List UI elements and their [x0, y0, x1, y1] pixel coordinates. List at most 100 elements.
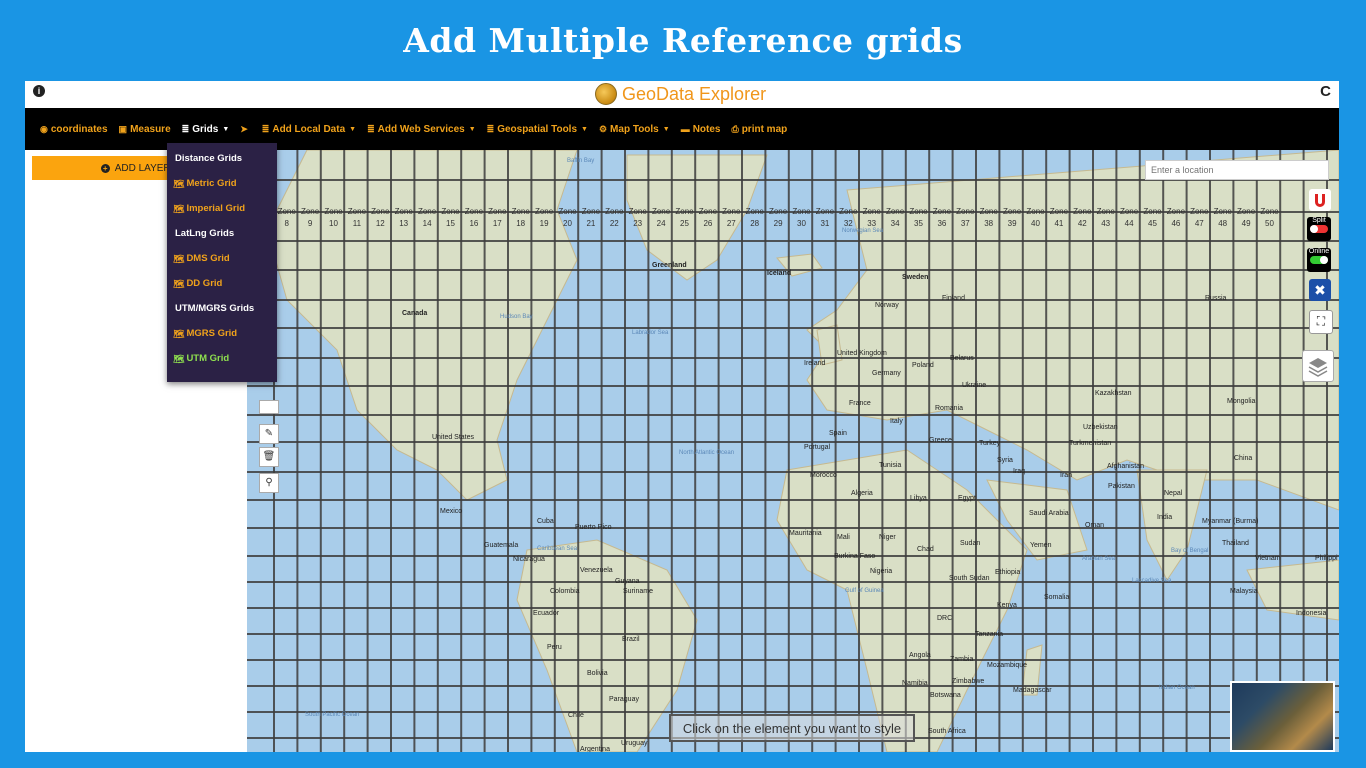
sea-label: Labrador Sea — [632, 330, 669, 336]
zone-number: 16 — [469, 219, 478, 228]
zone-label: Zone — [886, 207, 905, 216]
online-switch — [1310, 256, 1328, 264]
sea-label: Indian Ocean — [1159, 685, 1195, 691]
zone-number: 34 — [891, 219, 900, 228]
menu-item-utm-grid[interactable]: 🗺 UTM Grid — [167, 350, 277, 375]
note-icon: ▬ — [680, 124, 690, 134]
zone-label: Zone — [1237, 207, 1256, 216]
menu-item-dd-grid[interactable]: 🗺 DD Grid — [167, 275, 277, 300]
zone-label: Zone — [1214, 207, 1233, 216]
trash-icon[interactable]: 🗑 — [259, 447, 279, 467]
minimap[interactable] — [1230, 681, 1335, 752]
country-label: Nepal — [1164, 490, 1183, 497]
country-label: Nicaragua — [513, 556, 545, 563]
menu-item-metric-grid[interactable]: 🗺 Metric Grid — [167, 175, 277, 200]
country-label: Pakistan — [1108, 483, 1135, 490]
tools-icon[interactable]: ✖ — [1309, 279, 1331, 301]
zone-label: Zone — [816, 207, 835, 216]
nav-label: Grids — [192, 123, 219, 135]
nav-item-geospatial-tools[interactable]: ≣ Geospatial Tools ▼ — [487, 124, 588, 135]
zone-label: Zone — [558, 207, 577, 216]
zone-label: Zone — [1026, 207, 1045, 216]
zone-number: 44 — [1125, 219, 1134, 228]
nav-item-coordinates[interactable]: ◉ coordinates — [40, 124, 108, 135]
menu-item-dms-grid[interactable]: 🗺 DMS Grid — [167, 250, 277, 275]
nav-item-print-map[interactable]: ⎙ print map — [731, 124, 787, 135]
app-logo[interactable]: GeoData Explorer — [595, 83, 766, 105]
measure-icon[interactable]: ⚲ — [259, 473, 279, 493]
draw-marker-icon[interactable] — [259, 400, 279, 414]
country-label: Turkey — [979, 440, 1001, 447]
nav-label: Add Local Data — [272, 123, 346, 135]
banner-title: Add Multiple Reference grids — [403, 20, 963, 60]
zone-number: 49 — [1242, 219, 1251, 228]
style-hint: Click on the element you want to style — [669, 714, 915, 742]
country-label: United States — [432, 434, 475, 441]
fullscreen-icon[interactable]: ⛶ — [1309, 310, 1333, 334]
location-search-input[interactable] — [1145, 160, 1329, 180]
nav-item-locate[interactable]: ➤ — [240, 124, 251, 135]
zone-number: 24 — [657, 219, 666, 228]
zone-number: 25 — [680, 219, 689, 228]
refresh-icon[interactable]: C — [1320, 83, 1331, 100]
country-label: Portugal — [804, 444, 831, 451]
sea-label: Caribbean Sea — [537, 546, 578, 552]
zone-number: 37 — [961, 219, 970, 228]
zone-number: 36 — [937, 219, 946, 228]
caret-down-icon: ▼ — [468, 125, 476, 133]
zone-number: 20 — [563, 219, 572, 228]
country-label: Uzbekistan — [1083, 424, 1118, 431]
country-label: Mauritania — [789, 530, 822, 537]
country-label: United Kingdom — [837, 350, 887, 357]
zone-label: Zone — [418, 207, 437, 216]
zone-label: Zone — [301, 207, 320, 216]
nav-item-grids[interactable]: ≣ Grids ▼ — [182, 124, 230, 135]
zone-number: 14 — [423, 219, 432, 228]
country-label: Saudi Arabia — [1029, 510, 1069, 517]
country-label: Nigeria — [870, 568, 893, 575]
map-icon: 🗺 — [173, 329, 185, 339]
sea-label: Norwegian Sea — [842, 228, 884, 234]
country-label: Brazil — [622, 636, 640, 643]
india-landmass — [1136, 469, 1208, 581]
zone-label: Zone — [1097, 207, 1116, 216]
country-label: Ukraine — [962, 382, 987, 389]
info-icon[interactable]: i — [33, 85, 45, 97]
zone-label: Zone — [371, 207, 390, 216]
cogs-icon: ⚙ — [598, 123, 608, 134]
zone-label: Zone — [488, 207, 507, 216]
map-icon: 🗺 — [173, 279, 185, 289]
zone-number: 19 — [540, 219, 549, 228]
zone-label: Zone — [1003, 207, 1022, 216]
country-label: Vietnam — [1255, 555, 1281, 562]
app-window: i GeoData Explorer C ◉ coordinates ▣ Measur… — [25, 81, 1339, 752]
edit-icon[interactable]: ✎ — [259, 424, 279, 444]
zone-number: 22 — [610, 219, 619, 228]
country-label: Tunisia — [879, 462, 902, 469]
banner: Add Multiple Reference grids — [0, 0, 1366, 80]
nav-item-notes[interactable]: ▬ Notes — [681, 124, 721, 135]
country-label: Thailand — [1222, 540, 1249, 547]
split-switch — [1310, 225, 1328, 233]
layers-icon[interactable] — [1302, 350, 1334, 382]
country-label: Ireland — [804, 360, 826, 367]
nav-item-add-web-services[interactable]: ≣ Add Web Services ▼ — [367, 124, 476, 135]
split-toggle[interactable]: Split — [1307, 217, 1331, 241]
map-canvas[interactable]: Zone 8 Zone 9 Zone 10 Zone 11 Zone 12 Zone 13 Zone 14… — [247, 150, 1339, 752]
zone-label: Zone — [1143, 207, 1162, 216]
nav-item-add-local-data[interactable]: ≣ Add Local Data ▼ — [262, 124, 356, 135]
country-label: Burkina Faso — [834, 553, 876, 560]
menu-item-imperial-grid[interactable]: 🗺 Imperial Grid — [167, 200, 277, 225]
country-label: Botswana — [930, 692, 961, 699]
zone-label: Zone — [535, 207, 554, 216]
map-icon: 🗺 — [173, 354, 185, 364]
menu-item-mgrs-grid[interactable]: 🗺 MGRS Grid — [167, 325, 277, 350]
topbar: i GeoData Explorer C — [25, 81, 1339, 108]
nav-item-measure[interactable]: ▣ Measure — [119, 124, 171, 135]
country-label: Norway — [875, 302, 899, 309]
magnet-icon[interactable] — [1309, 189, 1331, 211]
online-toggle[interactable]: Online — [1307, 248, 1331, 272]
country-label: Peru — [547, 644, 562, 651]
nav-item-map-tools[interactable]: ⚙ Map Tools ▼ — [599, 124, 670, 135]
zone-number: 18 — [516, 219, 525, 228]
